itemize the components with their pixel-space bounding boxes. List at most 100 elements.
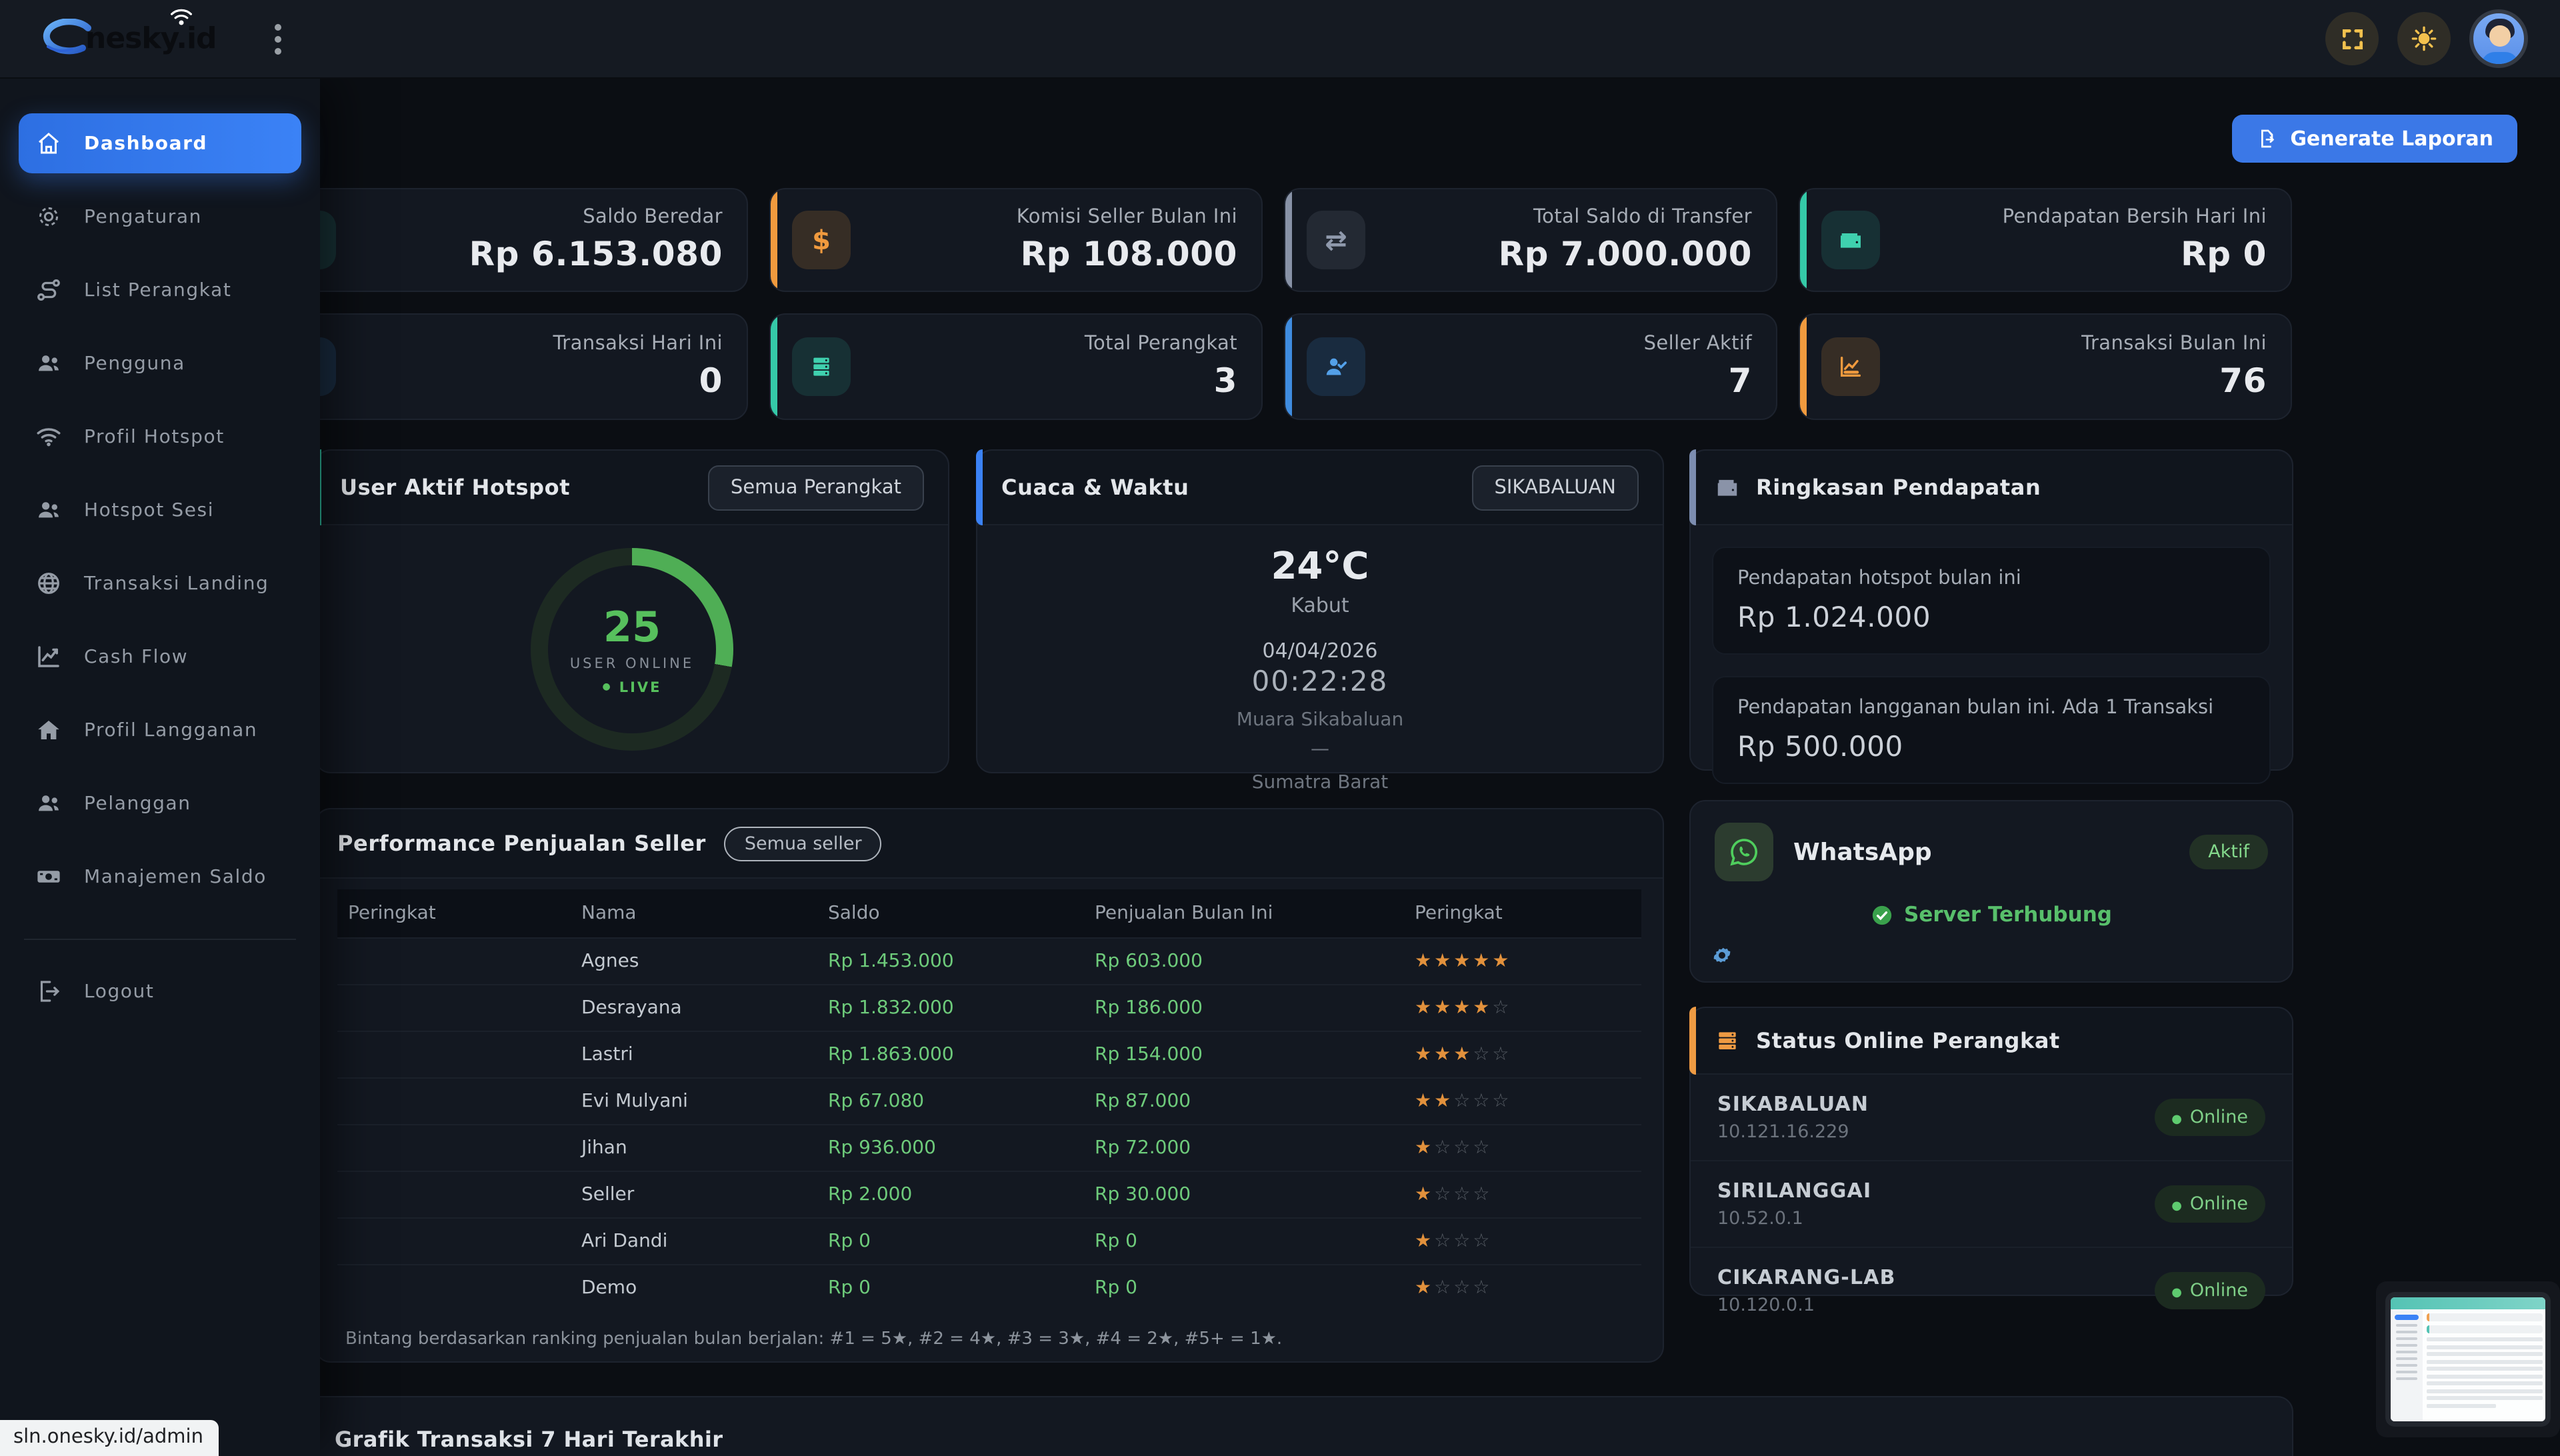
- transactions-chart-card: Grafik Transaksi 7 Hari Terakhir: [296, 1396, 2293, 1456]
- clock-value: 00:22:28: [1251, 665, 1389, 697]
- wifi-icon: [171, 9, 193, 25]
- stat-card-transaksi-bulan-ini[interactable]: Transaksi Bulan Ini 76: [1799, 313, 2292, 420]
- tablet-frame: [2385, 1292, 2551, 1427]
- dashboard-page: nesky.id Dashboard Pengaturan List Peran…: [0, 0, 2560, 1456]
- brand-name: nesky.id: [85, 22, 217, 55]
- weather-card-title: Cuaca & Waktu: [1001, 475, 1189, 500]
- weather-location-select[interactable]: SIKABALUAN: [1471, 465, 1639, 510]
- sidebar-item-profil-langganan[interactable]: Profil Langganan: [19, 700, 301, 760]
- check-circle-icon: [1872, 905, 1892, 925]
- hotspot-card-title: User Aktif Hotspot: [340, 475, 571, 500]
- sidebar-item-pengaturan[interactable]: Pengaturan: [19, 187, 301, 247]
- live-indicator: LIVE: [602, 679, 661, 695]
- swoosh-logo-icon: [43, 19, 91, 55]
- globe-icon: [38, 573, 59, 594]
- stat-card-saldo-beredar[interactable]: Saldo Beredar Rp 6.153.080: [255, 188, 748, 292]
- stat-card-total-perangkat[interactable]: Total Perangkat 3: [769, 313, 1263, 420]
- users-icon: [39, 355, 59, 371]
- online-badge: Online: [2154, 1185, 2265, 1223]
- stat-card-komisi-seller[interactable]: $ Komisi Seller Bulan Ini Rp 108.000: [769, 188, 1263, 292]
- whatsapp-card-title: WhatsApp: [1793, 838, 1932, 866]
- weather-card: Cuaca & Waktu SIKABALUAN 24°C Kabut 04/0…: [976, 449, 1664, 793]
- server-status: Server Terhubung: [1691, 903, 2292, 927]
- whatsapp-icon: [1715, 823, 1773, 881]
- users-online-value: 25: [603, 603, 661, 651]
- seller-table-row[interactable]: Desrayana Rp 1.832.000 Rp 186.000 ★★★★☆: [337, 984, 1641, 1031]
- topbar: nesky.id: [0, 0, 2560, 79]
- fullscreen-button[interactable]: [2325, 12, 2379, 65]
- weather-region: Sumatra Barat: [1251, 772, 1389, 793]
- whatsapp-settings-gear-icon[interactable]: [1712, 945, 2292, 971]
- users-online-donut-chart: 25 USER ONLINE LIVE: [531, 548, 733, 751]
- whatsapp-status-badge: Aktif: [2189, 835, 2268, 869]
- sidebar-item-dashboard[interactable]: Dashboard: [19, 113, 301, 173]
- seller-table-row[interactable]: Evi Mulyani Rp 67.080 Rp 87.000 ★★☆☆☆: [337, 1077, 1641, 1125]
- device-filter-select[interactable]: Semua Perangkat: [707, 465, 924, 510]
- file-export-icon: [2261, 129, 2274, 148]
- rating-footnote: Bintang berdasarkan ranking penjualan bu…: [345, 1329, 1283, 1349]
- seller-table-row[interactable]: Demo Rp 0 Rp 0 ★☆☆☆: [337, 1264, 1641, 1311]
- star-rating: ★: [1415, 1277, 1435, 1299]
- hand-dollar-icon: $: [792, 211, 851, 269]
- stat-card-saldo-transfer[interactable]: ⇄ Total Saldo di Transfer Rp 7.000.000: [1284, 188, 1777, 292]
- wifi-icon: [37, 428, 61, 447]
- dashboard-preview-thumbnail: [2376, 1281, 2560, 1437]
- sidebar-item-cash-flow[interactable]: Cash Flow: [19, 627, 301, 687]
- theme-toggle-button[interactable]: [2397, 12, 2451, 65]
- seller-table-row[interactable]: Seller Rp 2.000 Rp 30.000 ★☆☆☆: [337, 1171, 1641, 1218]
- users-icon: [39, 502, 59, 518]
- seller-table-row[interactable]: Lastri Rp 1.863.000 Rp 154.000 ★★★☆☆: [337, 1031, 1641, 1078]
- sidebar-item-manajemen-saldo[interactable]: Manajemen Saldo: [19, 847, 301, 907]
- star-rating: ★: [1415, 1184, 1435, 1205]
- transfer-icon: ⇄: [1307, 211, 1365, 269]
- route-icon: [37, 279, 60, 301]
- server-icon: [1719, 1032, 1736, 1049]
- server-icon: [792, 337, 851, 396]
- sidebar-item-logout[interactable]: Logout: [19, 961, 301, 1021]
- sidebar-item-list-perangkat[interactable]: List Perangkat: [19, 260, 301, 320]
- seller-table: Peringkat Nama Saldo Penjualan Bulan Ini…: [337, 889, 1641, 1311]
- device-status-title: Status Online Perangkat: [1756, 1028, 2060, 1053]
- wallet-icon: [1717, 479, 1737, 496]
- device-row: SIKABALUAN 10.121.16.229 Online: [1691, 1075, 2292, 1161]
- kebab-menu-icon[interactable]: [275, 23, 282, 54]
- brand-logo[interactable]: nesky.id: [35, 9, 217, 59]
- banknote-icon: [37, 871, 60, 883]
- sidebar-divider: [24, 939, 296, 940]
- user-avatar[interactable]: [2469, 9, 2528, 68]
- stat-card-seller-aktif[interactable]: Seller Aktif 7: [1284, 313, 1777, 420]
- weather-condition: Kabut: [1291, 593, 1349, 617]
- generate-report-button[interactable]: Generate Laporan: [2231, 115, 2517, 163]
- chart-line-icon: [38, 646, 59, 667]
- hotspot-income-box: Pendapatan hotspot bulan ini Rp 1.024.00…: [1712, 547, 2271, 655]
- fullscreen-icon: [2341, 28, 2363, 49]
- seller-filter-pill[interactable]: Semua seller: [724, 826, 882, 861]
- star-rating: ★★★★★: [1415, 951, 1512, 972]
- date-value: 04/04/2026: [1262, 639, 1378, 663]
- sidebar-item-pengguna[interactable]: Pengguna: [19, 333, 301, 393]
- sidebar-item-pelanggan[interactable]: Pelanggan: [19, 773, 301, 833]
- users-online-label: USER ONLINE: [569, 655, 695, 671]
- income-summary-card: Ringkasan Pendapatan Pendapatan hotspot …: [1689, 449, 2293, 784]
- stats-row-1: Saldo Beredar Rp 6.153.080 $ Komisi Sell…: [255, 188, 2292, 292]
- online-badge: Online: [2154, 1099, 2265, 1136]
- users-icon: [39, 795, 59, 811]
- seller-table-row[interactable]: Jihan Rp 936.000 Rp 72.000 ★☆☆☆: [337, 1124, 1641, 1171]
- stat-card-transaksi-hari-ini[interactable]: Transaksi Hari Ini 0: [255, 313, 748, 420]
- stat-card-pendapatan-bersih[interactable]: Pendapatan Bersih Hari Ini Rp 0: [1799, 188, 2292, 292]
- temperature-value: 24°C: [1271, 544, 1369, 588]
- browser-link-status: sln.onesky.id/admin: [0, 1420, 219, 1456]
- seller-table-row[interactable]: Ari Dandi Rp 0 Rp 0 ★☆☆☆: [337, 1217, 1641, 1265]
- whatsapp-card: WhatsApp Aktif Server Terhubung: [1689, 800, 2293, 983]
- star-rating: ★: [1415, 1137, 1435, 1159]
- user-check-icon: [1307, 337, 1365, 396]
- home-icon: [39, 133, 59, 154]
- star-rating: ★: [1415, 1231, 1435, 1252]
- sidebar-item-profil-hotspot[interactable]: Profil Hotspot: [19, 407, 301, 467]
- sun-icon: [2411, 26, 2437, 51]
- sidebar-item-transaksi-landing[interactable]: Transaksi Landing: [19, 553, 301, 613]
- seller-table-row[interactable]: Agnes Rp 1.453.000 Rp 603.000 ★★★★★: [337, 937, 1641, 985]
- device-row: SIRILANGGAI 10.52.0.1 Online: [1691, 1161, 2292, 1248]
- sidebar-item-hotspot-sesi[interactable]: Hotspot Sesi: [19, 480, 301, 540]
- weather-place: Muara Sikabaluan: [1236, 709, 1404, 731]
